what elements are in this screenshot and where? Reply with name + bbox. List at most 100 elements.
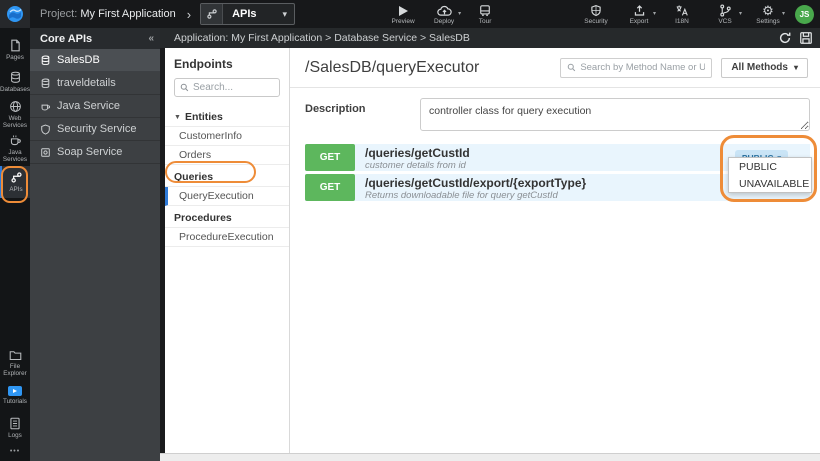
app-breadcrumb-bar: Application: My First Application > Data… bbox=[160, 28, 820, 48]
rail-item-logs[interactable]: Logs bbox=[0, 412, 30, 444]
database-icon bbox=[41, 55, 50, 65]
endpoints-title: Endpoints bbox=[174, 57, 233, 71]
description-row: Description controller class for query e… bbox=[305, 98, 810, 131]
appbar-icons bbox=[778, 31, 820, 45]
main-header: /SalesDB/queryExecutor All Methods ▾ bbox=[290, 48, 820, 88]
gear-icon: ⚙ bbox=[762, 2, 774, 18]
endpoint-item-customerinfo[interactable]: CustomerInfo bbox=[165, 127, 289, 146]
rail-item-java-services[interactable]: Java Services bbox=[0, 132, 30, 166]
chevron-down-icon: ▾ bbox=[781, 10, 785, 17]
save-icon[interactable] bbox=[799, 31, 813, 45]
settings-button[interactable]: ▾ ⚙ Settings bbox=[752, 2, 785, 25]
i18n-translate-icon bbox=[675, 4, 689, 17]
folder-icon bbox=[9, 351, 21, 360]
breadcrumb: Application: My First Application > Data… bbox=[174, 32, 470, 44]
logs-document-icon bbox=[10, 417, 20, 429]
description-textarea[interactable]: controller class for query execution bbox=[420, 98, 810, 131]
refresh-icon[interactable] bbox=[778, 31, 792, 45]
chevron-down-icon: ▾ bbox=[458, 10, 462, 17]
play-icon bbox=[398, 4, 409, 17]
group-header-queries[interactable]: Queries bbox=[165, 168, 289, 187]
chevron-down-icon: ▾ bbox=[738, 10, 742, 17]
rail-overflow-dots[interactable]: ••• bbox=[10, 444, 20, 461]
coffee-cup-icon bbox=[10, 135, 21, 146]
shield-icon bbox=[41, 124, 50, 135]
coffee-cup-icon bbox=[41, 104, 51, 110]
security-button[interactable]: Security bbox=[580, 4, 612, 25]
app-logo[interactable] bbox=[0, 0, 30, 28]
workspace-dropdown-label: APIs bbox=[232, 8, 257, 20]
topbar-left-actions: Preview ▾ Deploy Tour bbox=[387, 4, 501, 25]
page-icon bbox=[10, 39, 20, 51]
sidebar-title: Core APIs bbox=[40, 32, 93, 45]
http-method-badge: GET bbox=[305, 144, 355, 171]
i18n-button[interactable]: I18N bbox=[666, 4, 698, 25]
search-icon bbox=[180, 83, 189, 92]
tutorials-play-icon bbox=[8, 386, 22, 396]
rail-item-apis[interactable]: APIs bbox=[0, 166, 30, 198]
menu-item-public[interactable]: PUBLIC bbox=[729, 158, 811, 175]
rail-item-databases[interactable]: Databases bbox=[0, 66, 30, 98]
endpoint-item-orders[interactable]: Orders bbox=[165, 146, 289, 165]
group-header-entities[interactable]: ▼ Entities bbox=[165, 108, 289, 127]
chevron-down-icon: ▾ bbox=[282, 8, 288, 19]
method-search-input[interactable] bbox=[580, 62, 706, 73]
api-summary: customer details from id bbox=[365, 160, 466, 171]
top-bar: Project: My First Application › APIs ▾ P… bbox=[0, 0, 820, 28]
main-panel: /SalesDB/queryExecutor All Methods ▾ Des… bbox=[290, 48, 820, 453]
group-header-procedures[interactable]: Procedures bbox=[165, 209, 289, 228]
chevron-down-icon: ▾ bbox=[793, 63, 798, 72]
endpoints-search-input[interactable] bbox=[193, 82, 273, 93]
method-filter-dropdown[interactable]: All Methods ▾ bbox=[721, 57, 808, 78]
user-avatar[interactable]: JS bbox=[795, 4, 814, 24]
sidebar-item-security-service[interactable]: Security Service bbox=[30, 118, 160, 141]
workspace-dropdown[interactable]: APIs ▾ bbox=[200, 3, 296, 25]
access-dropdown-menu: PUBLIC UNAVAILABLE bbox=[728, 157, 812, 193]
endpoints-search[interactable] bbox=[174, 78, 280, 97]
sidebar-item-salesdb[interactable]: SalesDB bbox=[30, 49, 160, 72]
deploy-cloud-icon bbox=[436, 4, 452, 17]
horizontal-scrollbar-track[interactable] bbox=[160, 453, 820, 461]
database-icon bbox=[10, 71, 20, 83]
wavemaker-logo-icon bbox=[7, 6, 23, 22]
section-caret-icon: ▼ bbox=[174, 113, 181, 121]
preview-button[interactable]: Preview bbox=[387, 4, 419, 25]
database-icon bbox=[41, 78, 50, 88]
vcs-branch-icon bbox=[719, 3, 732, 17]
soap-box-icon bbox=[41, 147, 50, 157]
left-rail: Pages Databases Web Services Java Servic… bbox=[0, 28, 30, 461]
description-label: Description bbox=[305, 103, 366, 115]
menu-item-unavailable[interactable]: UNAVAILABLE bbox=[729, 175, 811, 192]
api-icon bbox=[201, 4, 224, 24]
core-apis-sidebar: Core APIs « SalesDB traveldetails Java S… bbox=[30, 28, 160, 461]
rail-item-pages[interactable]: Pages bbox=[0, 34, 30, 66]
sidebar-item-java-service[interactable]: Java Service bbox=[30, 95, 160, 118]
chevron-down-icon: ▾ bbox=[652, 10, 656, 17]
rail-item-file-explorer[interactable]: File Explorer bbox=[0, 347, 30, 380]
endpoint-item-procedureexecution[interactable]: ProcedureExecution bbox=[165, 228, 289, 247]
topbar-right-actions: Security ▾ Export I18N ▾ VCS ▾ ⚙ Setting… bbox=[580, 4, 820, 25]
deploy-button[interactable]: ▾ Deploy bbox=[428, 4, 462, 25]
chevron-right-icon: › bbox=[186, 6, 192, 22]
sidebar-item-soap-service[interactable]: Soap Service bbox=[30, 141, 160, 164]
shield-icon bbox=[590, 4, 602, 17]
export-icon bbox=[633, 4, 646, 17]
sidebar-item-traveldetails[interactable]: traveldetails bbox=[30, 72, 160, 95]
page-title: /SalesDB/queryExecutor bbox=[305, 58, 480, 76]
project-title: Project: My First Application bbox=[40, 8, 176, 20]
vcs-button[interactable]: ▾ VCS bbox=[709, 3, 742, 25]
export-button[interactable]: ▾ Export bbox=[623, 4, 656, 25]
rail-item-web-services[interactable]: Web Services bbox=[0, 98, 30, 132]
tour-bus-icon bbox=[479, 4, 491, 17]
endpoints-panel: Endpoints ▼ Entities CustomerInfo Orders… bbox=[165, 48, 290, 453]
tour-button[interactable]: Tour bbox=[469, 4, 501, 25]
method-search[interactable] bbox=[560, 57, 713, 78]
http-method-badge: GET bbox=[305, 174, 355, 201]
globe-icon bbox=[9, 101, 21, 112]
api-icon bbox=[10, 171, 22, 183]
api-path: /queries/getCustId bbox=[365, 146, 470, 160]
sidebar-header: Core APIs « bbox=[30, 28, 160, 49]
rail-item-tutorials[interactable]: Tutorials bbox=[0, 380, 30, 412]
collapse-sidebar-icon[interactable]: « bbox=[148, 33, 154, 44]
endpoint-item-queryexecution[interactable]: QueryExecution bbox=[165, 187, 289, 206]
